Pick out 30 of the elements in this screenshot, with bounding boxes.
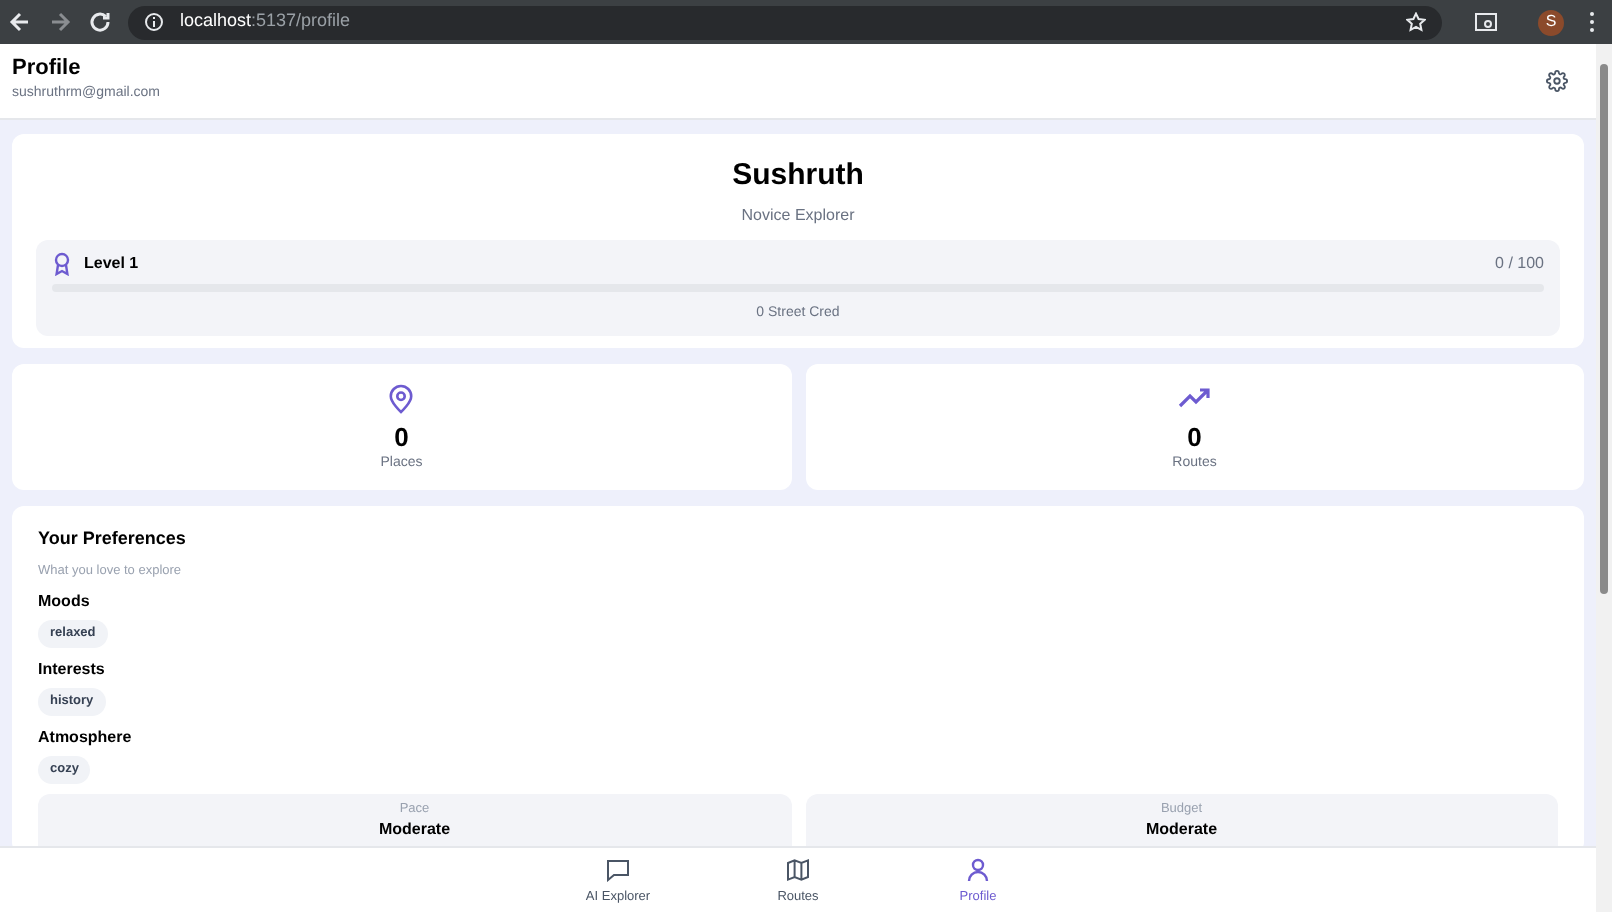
reload-icon[interactable]	[88, 10, 112, 34]
user-name: Sushruth	[730, 156, 866, 196]
level-label: Level 1	[84, 251, 139, 275]
profile-avatar[interactable]: S	[1538, 9, 1564, 35]
group-title: Atmosphere	[38, 725, 134, 750]
user-icon	[966, 858, 990, 882]
group-title: Interests	[38, 658, 107, 682]
star-icon[interactable]	[1406, 12, 1426, 32]
map-icon	[786, 858, 810, 882]
info-icon	[144, 12, 164, 32]
address-bar[interactable]: localhost:5137/profile	[128, 5, 1442, 39]
stat-value: 0	[394, 422, 409, 455]
back-icon[interactable]	[8, 10, 32, 34]
forward-icon[interactable]	[48, 10, 72, 34]
setting-value: Moderate	[1145, 818, 1218, 843]
scrollbar[interactable]	[1596, 44, 1612, 912]
url-text: localhost:5137/profile	[180, 8, 351, 35]
map-pin-icon	[388, 383, 415, 413]
tab-search-icon[interactable]	[1474, 10, 1498, 34]
award-icon	[52, 251, 72, 275]
chat-icon	[606, 858, 630, 882]
trending-up-icon	[1178, 388, 1211, 408]
user-rank: Novice Explorer	[739, 203, 857, 227]
page-title: Profile	[12, 56, 83, 85]
group-title: Moods	[38, 590, 92, 615]
preferences-title: Your Preferences	[38, 526, 188, 552]
progress-text: 0 / 100	[1495, 251, 1544, 275]
settings-icon[interactable]	[1546, 70, 1568, 92]
stat-value: 0	[1187, 422, 1202, 455]
setting-value: Moderate	[378, 818, 451, 843]
